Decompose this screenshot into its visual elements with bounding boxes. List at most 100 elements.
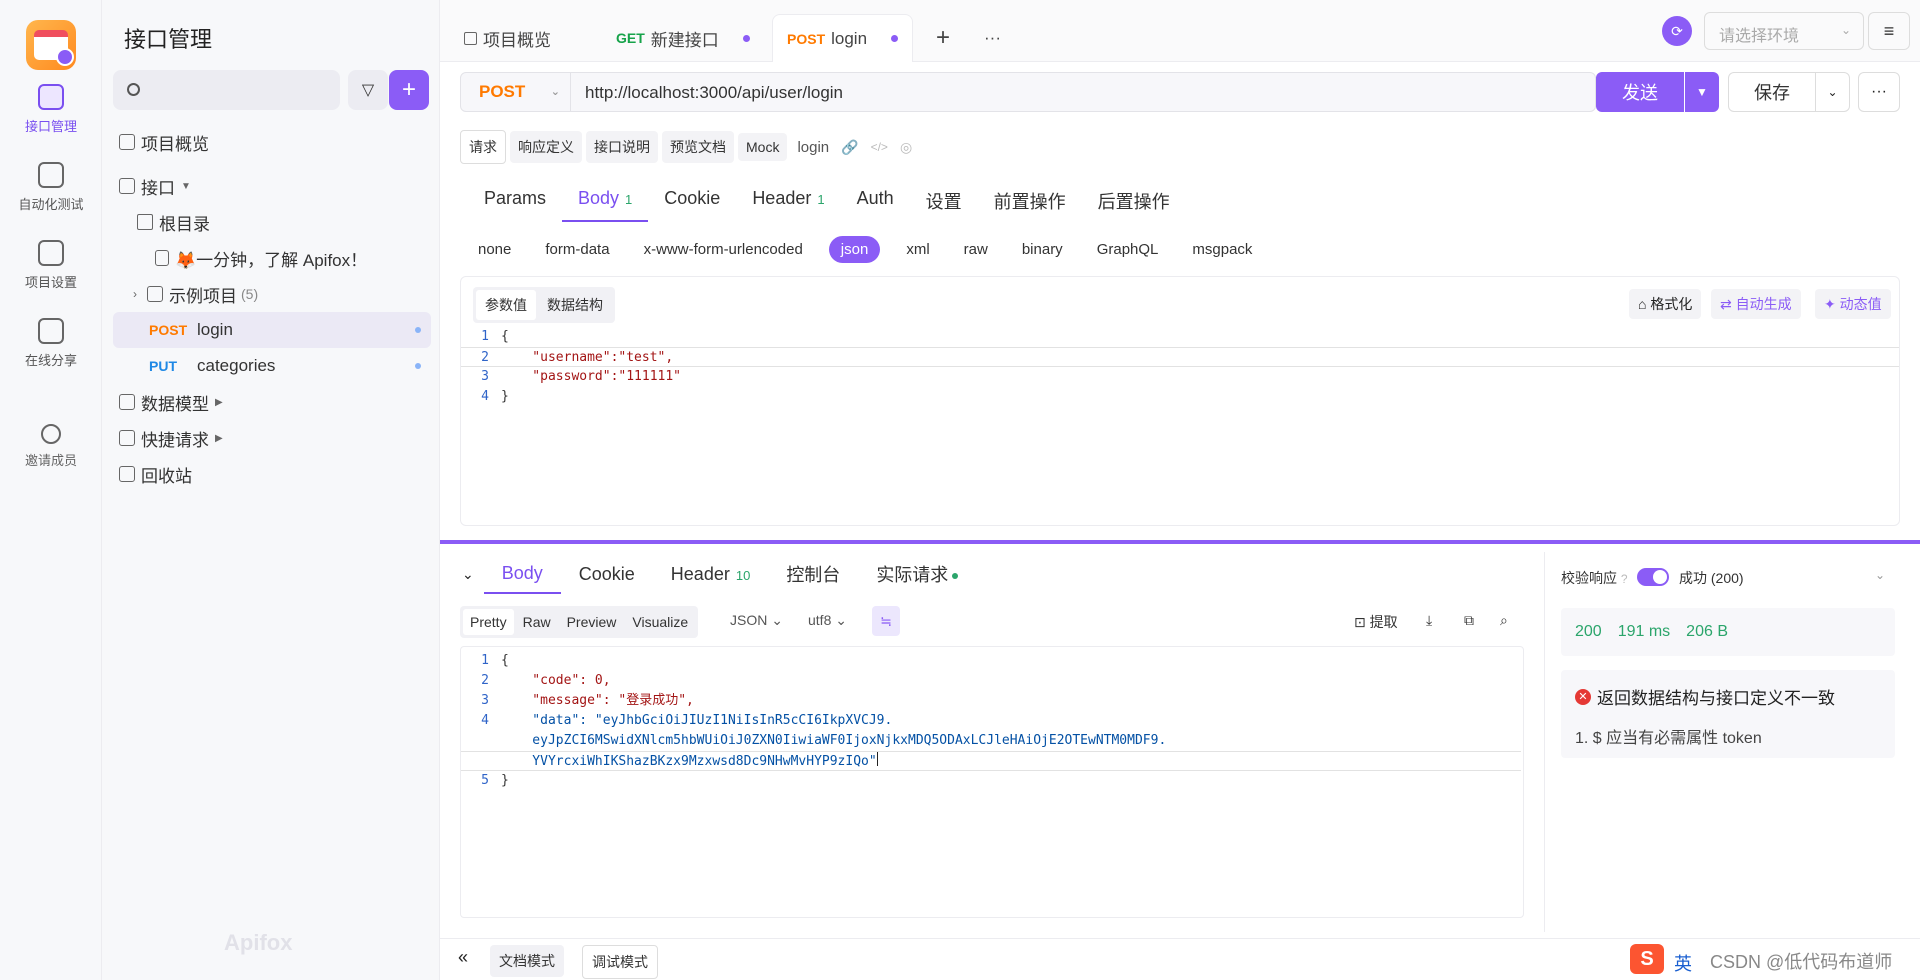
doc-mode-button[interactable]: 文档模式 — [490, 945, 564, 977]
menu-button[interactable]: ≡ — [1868, 12, 1910, 50]
add-button[interactable]: + — [389, 70, 429, 110]
code-line: eyJpZCI6MSwidXNlcm5hbWUiOiJ0ZXN0IiwiaWF0… — [461, 731, 1521, 751]
chevron-down-icon: ▼ — [1696, 85, 1708, 99]
save-button[interactable]: 保存 — [1728, 72, 1816, 112]
response-body-viewer[interactable]: 1{ 2 "code": 0, 3 "message": "登录成功", 4 "… — [460, 646, 1524, 918]
body-type-xml[interactable]: xml — [898, 236, 937, 263]
tree-item-data-model[interactable]: 数据模型 ▶ — [113, 384, 431, 420]
response-status-select[interactable]: 成功 (200) — [1679, 568, 1744, 588]
chevron-down-icon[interactable]: ⌄ — [1875, 568, 1885, 582]
subtab-response-def[interactable]: 响应定义 — [510, 131, 582, 163]
subtab-preview[interactable]: 预览文档 — [662, 131, 734, 163]
save-dropdown-button[interactable]: ⌄ — [1816, 72, 1850, 112]
env-select[interactable]: 请选择环境 ⌄ — [1704, 12, 1864, 50]
tree-item-example[interactable]: › 示例项目 (5) — [113, 276, 431, 312]
code-editor[interactable]: 1{ 2 "username":"test", 3 "password":"11… — [461, 327, 1899, 407]
tree-item-categories[interactable]: PUT categories — [113, 348, 431, 384]
content-type-select[interactable]: JSON ⌄ — [730, 612, 783, 629]
rail-item-settings[interactable]: 项目设置 — [0, 240, 102, 291]
tab-body[interactable]: Body 1 — [562, 180, 649, 222]
method-badge: PUT — [149, 358, 177, 374]
more-button[interactable]: ··· — [1858, 72, 1900, 112]
format-preview[interactable]: Preview — [560, 609, 624, 635]
more-tabs-button[interactable]: ··· — [984, 14, 1001, 62]
apifox-logo[interactable] — [26, 20, 76, 70]
validate-toggle[interactable] — [1637, 568, 1669, 586]
format-visualize[interactable]: Visualize — [625, 609, 695, 635]
url-input[interactable]: http://localhost:3000/api/user/login — [585, 83, 843, 103]
test-icon — [38, 162, 64, 188]
wrap-toggle[interactable]: ≒ — [872, 606, 900, 636]
encoding-select[interactable]: utf8 ⌄ — [808, 612, 847, 629]
subtab-request[interactable]: 请求 — [460, 130, 506, 164]
body-type-json[interactable]: json — [828, 236, 881, 263]
auto-generate-button[interactable]: ⇄ 自动生成 — [1711, 289, 1801, 319]
link-icon[interactable]: 🔗 — [841, 139, 858, 156]
body-type-msgpack[interactable]: msgpack — [1184, 236, 1260, 263]
body-type-binary[interactable]: binary — [1014, 236, 1071, 263]
tab-param-values[interactable]: 参数值 — [476, 290, 536, 320]
search-input[interactable] — [113, 70, 340, 110]
extract-button[interactable]: ⊡ 提取 — [1354, 612, 1398, 632]
tree-item-doc[interactable]: 🦊一分钟，了解 Apifox！ — [113, 240, 431, 276]
subtab-mock[interactable]: Mock — [738, 133, 788, 161]
tab-settings[interactable]: 设置 — [910, 180, 978, 222]
mock-icon[interactable]: ◎ — [900, 139, 912, 156]
dynamic-value-button[interactable]: ✦ 动态值 — [1815, 289, 1891, 319]
body-type-none[interactable]: none — [470, 236, 519, 263]
tree-item-interfaces[interactable]: 接口 ▼ — [113, 168, 431, 204]
tab-cookie[interactable]: Cookie — [648, 180, 736, 222]
copy-icon[interactable]: ⧉ — [1464, 612, 1474, 629]
debug-mode-button[interactable]: 调试模式 — [582, 945, 658, 979]
interface-icon — [119, 178, 135, 194]
tab-auth[interactable]: Auth — [841, 180, 910, 222]
resp-tab-console[interactable]: 控制台 — [768, 553, 858, 595]
resp-tab-header[interactable]: Header 10 — [653, 556, 769, 593]
tree-item-login[interactable]: POST login — [113, 312, 431, 348]
tab-post-ops[interactable]: 后置操作 — [1082, 180, 1186, 222]
tree-item-overview[interactable]: 项目概览 — [113, 124, 431, 160]
response-format-tabs: Pretty Raw Preview Visualize — [460, 606, 699, 638]
tab-pre-ops[interactable]: 前置操作 — [978, 180, 1082, 222]
rail-item-invite[interactable]: 邀请成员 — [0, 424, 102, 469]
tab-overview[interactable]: 项目概览 — [464, 14, 551, 62]
code-icon[interactable]: </> — [871, 140, 888, 154]
body-type-raw[interactable]: raw — [956, 236, 996, 263]
body-type-form-data[interactable]: form-data — [537, 236, 617, 263]
tab-label: 实际请求 — [876, 565, 949, 585]
env-icon[interactable]: ⟳ — [1662, 16, 1692, 46]
tree-item-quick-request[interactable]: 快捷请求 ▶ — [113, 420, 431, 456]
format-button[interactable]: ⌂ 格式化 — [1629, 289, 1702, 319]
filter-button[interactable]: ▽ — [348, 70, 388, 110]
subtab-description[interactable]: 接口说明 — [586, 131, 658, 163]
collapse-sidebar-icon[interactable]: « — [458, 947, 468, 968]
resp-tab-actual-request[interactable]: 实际请求 — [858, 553, 976, 595]
tab-header[interactable]: Header 1 — [736, 180, 840, 222]
resp-tab-cookie[interactable]: Cookie — [561, 556, 653, 593]
rail-item-share[interactable]: 在线分享 — [0, 318, 102, 369]
line-text: { — [501, 653, 509, 668]
resp-tab-body[interactable]: Body — [483, 555, 561, 594]
download-icon[interactable]: ⤓ — [1426, 612, 1432, 629]
body-type-graphql[interactable]: GraphQL — [1089, 236, 1167, 263]
tab-login[interactable]: POST login — [772, 14, 914, 62]
tab-data-schema[interactable]: 数据结构 — [538, 290, 612, 320]
search-icon[interactable]: ⌕ — [1500, 612, 1508, 629]
new-tab-button[interactable]: + — [936, 14, 950, 62]
tab-params[interactable]: Params — [468, 180, 562, 222]
caret-right-icon: ▶ — [215, 396, 223, 408]
app-window: 接口管理 自动化测试 项目设置 在线分享 邀请成员 接口管理 ▽ + 项目概览 … — [0, 0, 1920, 980]
format-raw[interactable]: Raw — [516, 609, 558, 635]
send-dropdown-button[interactable]: ▼ — [1685, 72, 1719, 112]
send-button[interactable]: 发送 — [1596, 72, 1684, 112]
rail-item-test[interactable]: 自动化测试 — [0, 162, 102, 213]
rail-item-api[interactable]: 接口管理 — [0, 84, 102, 135]
pane-splitter[interactable] — [440, 540, 1920, 544]
collapse-icon[interactable]: ⌄ — [440, 566, 484, 583]
tree-item-root[interactable]: 根目录 — [113, 204, 431, 240]
format-pretty[interactable]: Pretty — [463, 609, 514, 635]
body-type-urlencoded[interactable]: x-www-form-urlencoded — [636, 236, 811, 263]
tab-new-endpoint[interactable]: GET 新建接口 — [616, 14, 750, 62]
method-select[interactable]: POST ⌄ — [461, 73, 571, 111]
tree-item-recycle[interactable]: 回收站 — [113, 456, 431, 492]
